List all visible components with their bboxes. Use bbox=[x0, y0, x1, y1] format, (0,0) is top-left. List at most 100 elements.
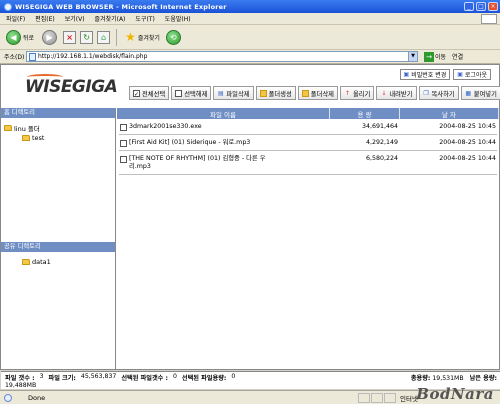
favorites-label: 즐겨찾기 bbox=[137, 34, 160, 42]
download-label: 내려받기 bbox=[389, 90, 413, 98]
links-button[interactable]: 연결 bbox=[452, 52, 463, 61]
file-delete-icon: ▤ bbox=[218, 89, 224, 97]
table-row[interactable]: 3dmark2001se330.exe 34,691,464 2004-08-2… bbox=[117, 119, 499, 131]
maximize-button[interactable]: □ bbox=[476, 2, 486, 11]
file-name[interactable]: [First Aid Kit] (01) Siderique - 워로.mp3 bbox=[129, 139, 250, 147]
create-folder-label: 폴더생성 bbox=[268, 90, 292, 98]
close-button[interactable]: × bbox=[488, 2, 498, 11]
data1-folder-label: data1 bbox=[32, 258, 51, 266]
chevron-down-icon[interactable]: ▼ bbox=[408, 52, 417, 61]
row-checkbox[interactable] bbox=[120, 124, 127, 131]
file-name[interactable]: 3dmark2001se330.exe bbox=[129, 123, 202, 131]
menu-view[interactable]: 보기(V) bbox=[65, 14, 85, 23]
logout-label: 로그아웃 bbox=[464, 72, 487, 79]
change-password-label: 비밀번호 변경 bbox=[411, 72, 447, 79]
download-arrow-icon: ↓ bbox=[381, 89, 387, 97]
delete-folder-button[interactable]: 폴더삭제 bbox=[297, 86, 338, 100]
go-button[interactable]: → 이동 bbox=[424, 51, 446, 62]
checkbox-icon: ✓ bbox=[133, 89, 140, 98]
deselect-label: 선택해제 bbox=[184, 90, 208, 98]
go-arrow-icon: → bbox=[424, 51, 434, 62]
folder-icon bbox=[22, 259, 30, 265]
menu-help[interactable]: 도움말(H) bbox=[165, 14, 191, 23]
row-checkbox[interactable] bbox=[120, 156, 127, 163]
file-count-label: 파일 갯수 : bbox=[5, 375, 35, 382]
select-all-button[interactable]: ✓ 전체선택 bbox=[129, 86, 170, 100]
logo-swoosh bbox=[27, 74, 63, 80]
total-capacity-value: 19,531MB bbox=[432, 375, 464, 382]
folder-add-icon bbox=[259, 89, 267, 97]
stop-icon[interactable]: × bbox=[63, 30, 77, 44]
select-all-label: 전체선택 bbox=[142, 90, 166, 98]
status-panel bbox=[371, 392, 383, 403]
file-date: 2004-08-25 10:45 bbox=[439, 123, 496, 130]
upload-label: 올리기 bbox=[352, 90, 371, 98]
paste-label: 붙여넣기 bbox=[473, 90, 497, 98]
home-icon[interactable]: ⌂ bbox=[97, 30, 111, 44]
selected-count-label: 선택된 파일갯수 : bbox=[121, 375, 168, 382]
toolbar-divider bbox=[116, 28, 118, 46]
menu-file[interactable]: 파일(F) bbox=[6, 14, 25, 23]
file-name[interactable]: [THE NOTE OF RHYTHM] (01) 김형중 - 다른 우리.mp… bbox=[129, 155, 279, 171]
action-toolbar: ✓ 전체선택 선택해제 ▤ 파일삭제 폴더생성 폴더삭제 ↑ 올리기 ↓ 내려받기 ❐ 복… bbox=[129, 86, 500, 100]
web-page: WISEGIGA ▣ 비밀번호 변경 ▣ 로그아웃 ✓ 전체선택 선택해제 ▤ 파일… bbox=[0, 64, 500, 389]
paste-button[interactable]: ▦ 붙여넣기 bbox=[460, 86, 500, 100]
menu-edit[interactable]: 편집(E) bbox=[35, 14, 55, 23]
file-date: 2004-08-25 10:44 bbox=[439, 139, 496, 146]
upload-button[interactable]: ↑ 올리기 bbox=[339, 86, 375, 100]
delete-file-button[interactable]: ▤ 파일삭제 bbox=[213, 86, 254, 100]
selected-size-value: 0 bbox=[231, 373, 236, 380]
copy-icon: ❐ bbox=[423, 89, 429, 97]
back-label: 뒤로 bbox=[23, 34, 35, 42]
status-panel bbox=[384, 392, 396, 403]
forward-button[interactable]: ▶ bbox=[40, 29, 59, 46]
key-icon: ▣ bbox=[403, 71, 410, 78]
page-status-icon bbox=[4, 393, 12, 402]
browser-toolbar: ◀ 뒤로 ▶ × ↻ ⌂ ★ 즐겨찾기 ⟲ bbox=[0, 25, 500, 50]
tree-item-test[interactable]: test bbox=[4, 133, 112, 143]
logo-text: WISEGIGA bbox=[25, 77, 118, 97]
back-arrow-icon: ◀ bbox=[6, 29, 21, 45]
address-input[interactable]: http://192.168.1.1/webdisk/flain.php ▼ bbox=[26, 51, 418, 62]
file-size-label: 파일 크기: bbox=[48, 375, 76, 382]
status-panel bbox=[358, 392, 370, 403]
history-icon[interactable]: ⟲ bbox=[165, 29, 181, 45]
minimize-button[interactable]: _ bbox=[464, 2, 474, 11]
file-size: 6,580,224 bbox=[365, 155, 398, 162]
row-checkbox[interactable] bbox=[120, 140, 127, 147]
copy-button[interactable]: ❐ 복사하기 bbox=[418, 86, 459, 100]
window-title: WISEGIGA WEB BROWSER - Microsoft Interne… bbox=[15, 2, 227, 11]
selected-count-value: 0 bbox=[172, 373, 177, 380]
menu-tools[interactable]: 도구(T) bbox=[135, 14, 154, 23]
change-password-button[interactable]: ▣ 비밀번호 변경 bbox=[399, 69, 451, 80]
tree-item-data1[interactable]: data1 bbox=[4, 257, 112, 267]
delete-folder-label: 폴더삭제 bbox=[310, 90, 334, 98]
bodnara-watermark: BodNara bbox=[416, 385, 494, 403]
paste-icon: ▦ bbox=[465, 89, 472, 97]
deselect-button[interactable]: 선택해제 bbox=[171, 86, 212, 100]
logout-button[interactable]: ▣ 로그아웃 bbox=[453, 69, 491, 80]
account-controls: ▣ 비밀번호 변경 ▣ 로그아웃 bbox=[399, 69, 491, 80]
table-row[interactable]: [THE NOTE OF RHYTHM] (01) 김형중 - 다른 우리.mp… bbox=[117, 151, 499, 171]
column-date[interactable]: 날 자 bbox=[400, 108, 499, 119]
tree-item-home-folder[interactable]: linu 폴더 bbox=[4, 123, 112, 133]
download-button[interactable]: ↓ 내려받기 bbox=[376, 86, 417, 100]
column-size[interactable]: 용 량 bbox=[330, 108, 400, 119]
back-button[interactable]: ◀ 뒤로 bbox=[4, 29, 36, 46]
file-size-value: 45,563,837 bbox=[80, 373, 117, 380]
column-file-name[interactable]: 파일 이름 bbox=[117, 108, 330, 119]
refresh-icon[interactable]: ↻ bbox=[80, 30, 94, 44]
create-folder-button[interactable]: 폴더생성 bbox=[255, 86, 296, 100]
menu-favorites[interactable]: 즐겨찾기(A) bbox=[95, 14, 126, 23]
table-row[interactable]: [First Aid Kit] (01) Siderique - 워로.mp3 … bbox=[117, 135, 499, 147]
windows-logo-icon bbox=[481, 13, 497, 24]
favorites-button[interactable]: ★ 즐겨찾기 bbox=[123, 29, 162, 45]
folder-icon bbox=[4, 125, 12, 131]
test-folder-label: test bbox=[32, 134, 45, 142]
shared-directory-tree: data1 bbox=[1, 252, 115, 272]
upload-arrow-icon: ↑ bbox=[344, 89, 350, 97]
wisegiga-logo: WISEGIGA bbox=[25, 74, 118, 97]
file-count-value: 3 bbox=[39, 373, 44, 380]
ie-icon bbox=[4, 2, 12, 11]
star-icon: ★ bbox=[125, 30, 136, 44]
